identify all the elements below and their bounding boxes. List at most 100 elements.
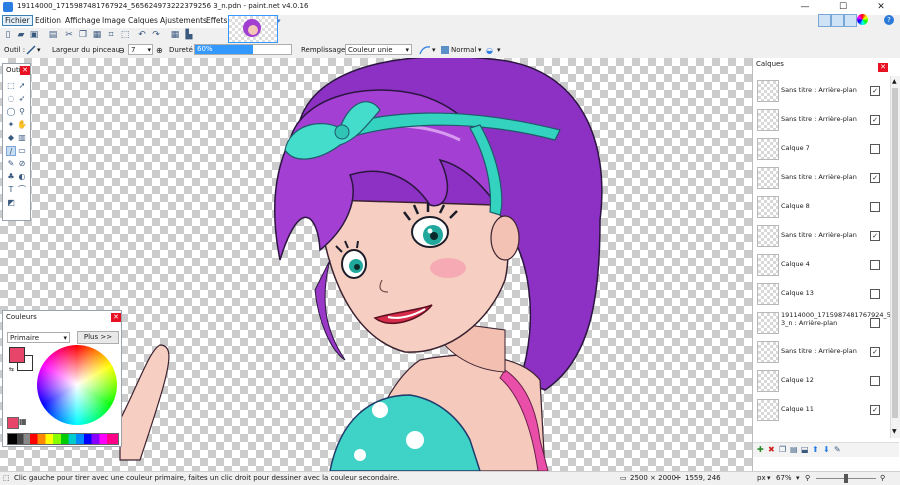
import-layer-icon[interactable]: ▤ <box>790 445 798 454</box>
menu-edition[interactable]: Edition <box>33 16 63 25</box>
layer-row[interactable]: Sans titre : Arrière-plan ✓ <box>753 221 890 250</box>
layer-visibility-checkbox[interactable]: ✓ <box>870 347 880 357</box>
primary-color-swatch[interactable] <box>9 347 25 363</box>
scroll-thumb[interactable] <box>892 88 898 418</box>
menu-image[interactable]: Image <box>100 16 128 25</box>
brush-width-dropdown-icon[interactable]: ▾ <box>147 45 151 56</box>
color-mode-dropdown-icon[interactable]: ▾ <box>63 333 67 344</box>
zoom-value[interactable]: 67% <box>776 474 792 482</box>
zoom-slider[interactable] <box>816 474 876 483</box>
color-picker-tool-icon[interactable]: ⊘ <box>17 159 27 169</box>
crop-icon[interactable]: ⌗ <box>106 30 116 40</box>
palette-options-icon[interactable]: ▦ <box>19 417 29 427</box>
layer-row[interactable]: Calque 4 <box>753 250 890 279</box>
layer-visibility-checkbox[interactable] <box>870 376 880 386</box>
ellipse-select-tool-icon[interactable]: ◯ <box>6 107 16 117</box>
colors-panel-close-button[interactable]: ✕ <box>111 313 121 322</box>
zoom-out-icon[interactable]: ⚲ <box>805 474 810 482</box>
layer-visibility-checkbox[interactable] <box>870 144 880 154</box>
document-thumbnail[interactable] <box>228 15 278 43</box>
hardness-slider[interactable]: 60% <box>194 44 292 55</box>
menu-calques[interactable]: Calques <box>126 16 160 25</box>
help-icon[interactable]: ? <box>884 15 894 25</box>
menu-fichier[interactable]: Fichier <box>2 15 33 26</box>
scroll-down-icon[interactable]: ▼ <box>892 428 897 435</box>
history-window-icon[interactable] <box>831 14 844 27</box>
menu-affichage[interactable]: Affichage <box>63 16 102 25</box>
antialiasing-dropdown-icon[interactable]: ▾ <box>432 46 436 54</box>
menu-effets[interactable]: Effets <box>204 16 229 25</box>
zoom-slider-thumb[interactable] <box>844 474 848 483</box>
blend-mode-value[interactable]: Normal <box>451 46 476 54</box>
scroll-up-icon[interactable]: ▲ <box>892 78 897 85</box>
brush-width-decrease-icon[interactable]: ⊖ <box>118 46 125 55</box>
layer-visibility-checkbox[interactable] <box>870 260 880 270</box>
layer-visibility-checkbox[interactable]: ✓ <box>870 86 880 96</box>
layer-row[interactable]: Calque 8 <box>753 192 890 221</box>
layer-row[interactable]: Calque 12 <box>753 366 890 395</box>
brush-width-increase-icon[interactable]: ⊕ <box>156 46 163 55</box>
layer-visibility-checkbox[interactable] <box>870 318 880 328</box>
shapes-tool-icon[interactable]: ◩ <box>6 198 16 208</box>
merge-layer-down-icon[interactable]: ⬓ <box>801 445 809 454</box>
layer-visibility-checkbox[interactable] <box>870 289 880 299</box>
layer-visibility-checkbox[interactable]: ✓ <box>870 115 880 125</box>
layer-row[interactable]: Calque 13 <box>753 279 890 308</box>
rectangle-select-tool-icon[interactable]: ⬚ <box>6 81 16 91</box>
redo-icon[interactable]: ↷ <box>151 30 161 40</box>
new-file-icon[interactable]: ▯ <box>3 30 13 40</box>
layer-visibility-checkbox[interactable]: ✓ <box>870 173 880 183</box>
layer-row[interactable]: Calque 7 <box>753 134 890 163</box>
brush-width-input[interactable]: 7 ▾ <box>128 44 153 55</box>
color-mode-select[interactable]: Primaire ▾ <box>7 332 70 343</box>
cut-icon[interactable]: ✂ <box>64 30 74 40</box>
eraser-tool-icon[interactable]: ▭ <box>17 146 27 156</box>
gradient-tool-icon[interactable]: ▥ <box>17 133 27 143</box>
units-dropdown-icon[interactable]: ▾ <box>767 474 771 482</box>
layers-panel-close-button[interactable]: ✕ <box>878 63 888 72</box>
layer-row[interactable]: Sans titre : Arrière-plan ✓ <box>753 337 890 366</box>
zoom-tool-icon[interactable]: ⚲ <box>17 107 27 117</box>
pencil-tool-icon[interactable]: ✎ <box>6 159 16 169</box>
layer-row[interactable]: Sans titre : Arrière-plan ✓ <box>753 163 890 192</box>
deselect-icon[interactable]: ⬚ <box>120 30 130 40</box>
duplicate-layer-icon[interactable]: ❐ <box>779 445 786 454</box>
undo-icon[interactable]: ↶ <box>137 30 147 40</box>
selection-mode-icon[interactable]: ◒ <box>486 46 493 55</box>
layer-row[interactable]: Calque 11 ✓ <box>753 395 890 424</box>
layer-visibility-checkbox[interactable] <box>870 202 880 212</box>
layer-properties-icon[interactable]: ✎ <box>834 445 841 454</box>
text-tool-icon[interactable]: T <box>6 185 16 195</box>
add-layer-icon[interactable]: ✚ <box>757 445 764 454</box>
antialiasing-icon[interactable] <box>419 45 431 55</box>
tools-panel-close-button[interactable]: ✕ <box>20 66 30 75</box>
move-layer-down-icon[interactable]: ⬇ <box>823 445 830 454</box>
delete-layer-icon[interactable]: ✖ <box>768 445 775 454</box>
zoom-dropdown-icon[interactable]: ▾ <box>796 474 800 482</box>
zoom-in-icon[interactable]: ⚲ <box>880 474 885 482</box>
paintbrush-tool-selected-icon[interactable]: / <box>6 146 16 156</box>
line-curve-tool-icon[interactable]: ⌒ <box>17 185 27 195</box>
lasso-tool-icon[interactable]: ◌ <box>6 94 16 104</box>
move-selected-tool-icon[interactable]: ➶ <box>17 94 27 104</box>
open-file-icon[interactable]: ▰ <box>16 30 26 40</box>
menu-ajustements[interactable]: Ajustements <box>158 16 209 25</box>
colors-window-icon[interactable] <box>857 14 868 25</box>
tool-dropdown-icon[interactable]: ▾ <box>37 46 41 54</box>
more-colors-button[interactable]: Plus >> <box>77 331 119 344</box>
print-icon[interactable]: ▤ <box>48 30 58 40</box>
selection-mode-dropdown-icon[interactable]: ▾ <box>497 46 501 54</box>
fill-dropdown-icon[interactable]: ▾ <box>405 45 409 56</box>
ruler-icon[interactable]: ▙ <box>184 30 194 40</box>
copy-icon[interactable]: ❐ <box>78 30 88 40</box>
pan-tool-icon[interactable]: ✋ <box>17 120 27 130</box>
palette-color-icon[interactable] <box>7 417 19 429</box>
layer-row[interactable]: Sans titre : Arrière-plan ✓ <box>753 105 890 134</box>
layer-row[interactable]: 19114000_1715987481767924_56562497322237… <box>753 308 890 337</box>
grid-icon[interactable]: ▦ <box>170 30 180 40</box>
swap-colors-icon[interactable]: ⇆ <box>9 366 14 373</box>
thumbnail-dropdown-icon[interactable]: ▾ <box>277 17 281 25</box>
fill-select[interactable]: Couleur unie ▾ <box>345 44 412 55</box>
blend-mode-dropdown-icon[interactable]: ▾ <box>478 46 482 54</box>
move-selection-tool-icon[interactable]: ➚ <box>17 81 27 91</box>
